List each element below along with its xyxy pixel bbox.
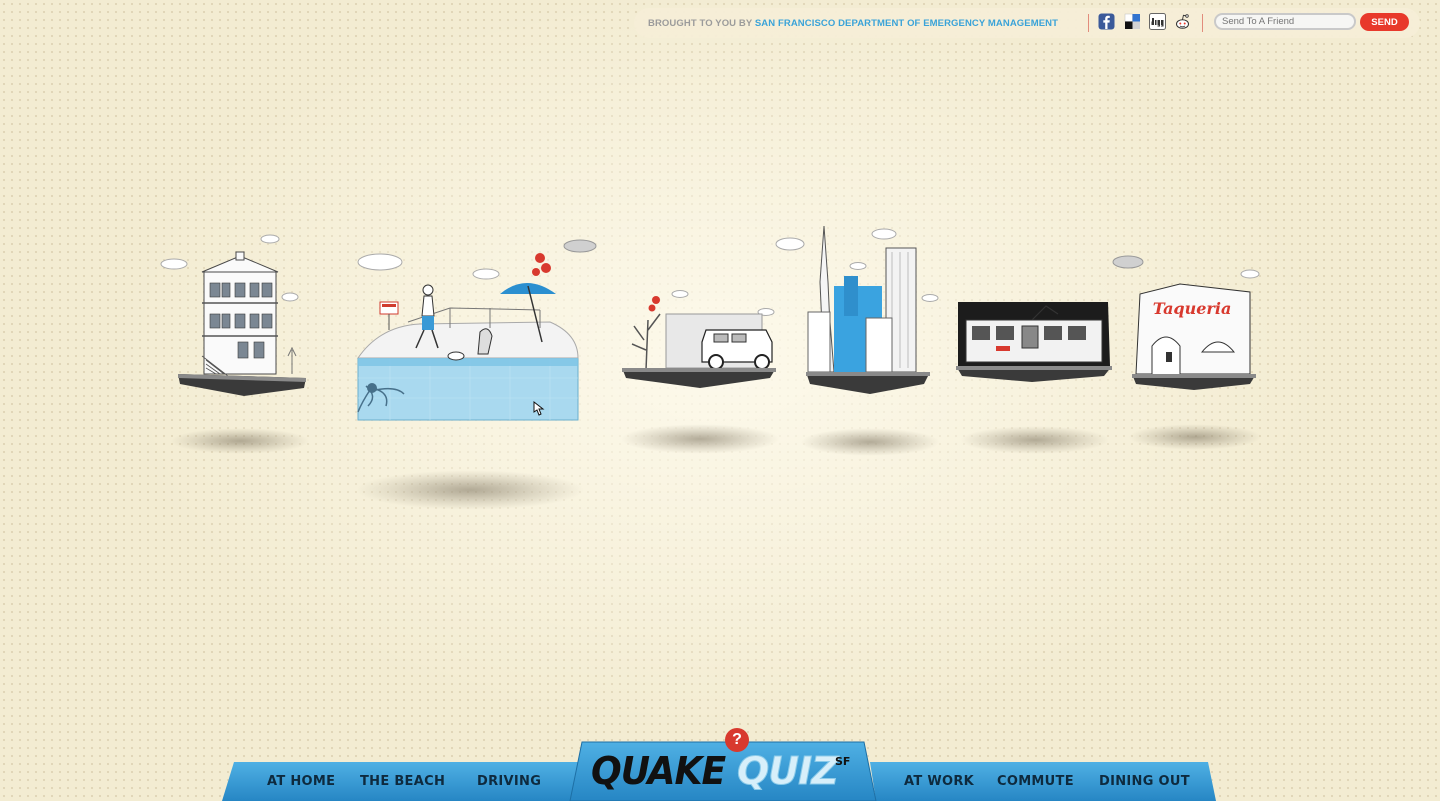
- digg-icon[interactable]: [1149, 13, 1166, 30]
- send-button[interactable]: SEND: [1360, 13, 1409, 31]
- scene-the-beach[interactable]: [350, 238, 600, 428]
- scene-shadow: [960, 426, 1110, 454]
- scene-at-home[interactable]: [158, 228, 316, 400]
- nav-at-home[interactable]: AT HOME: [267, 774, 335, 789]
- scene-dining-out[interactable]: Taqueria: [1128, 262, 1268, 394]
- scene-shadow: [800, 428, 940, 456]
- reddit-icon[interactable]: [1174, 13, 1191, 30]
- credit-prefix: BROUGHT TO YOU BY: [648, 18, 753, 29]
- divider: [1202, 14, 1203, 32]
- scene-commute[interactable]: [952, 250, 1116, 390]
- credit-line: BROUGHT TO YOU BY SAN FRANCISCO DEPARTME…: [648, 18, 1058, 29]
- facebook-icon[interactable]: [1098, 13, 1115, 30]
- scene-shadow: [170, 428, 310, 454]
- logo-badge-text: ?: [732, 731, 742, 748]
- scene-shadow: [355, 470, 585, 510]
- logo-sf: SF: [835, 755, 851, 768]
- nav-commute[interactable]: COMMUTE: [997, 774, 1074, 789]
- nav-at-work[interactable]: AT WORK: [904, 774, 974, 789]
- credit-org-link[interactable]: SAN FRANCISCO DEPARTMENT OF EMERGENCY MA…: [755, 18, 1058, 29]
- scene-driving[interactable]: [616, 280, 786, 392]
- taqueria-sign: Taqueria: [1153, 299, 1232, 318]
- quake-quiz-logo[interactable]: ? QUAKE QUIZ SF: [577, 728, 867, 801]
- send-to-friend-input[interactable]: [1214, 13, 1356, 30]
- logo-quake: QUAKE: [591, 749, 726, 793]
- delicious-icon[interactable]: [1124, 13, 1141, 30]
- scene-at-work[interactable]: [774, 222, 944, 397]
- top-bar: BROUGHT TO YOU BY SAN FRANCISCO DEPARTME…: [634, 8, 1420, 38]
- scene-shadow: [1128, 424, 1262, 450]
- nav-dining-out[interactable]: DINING OUT: [1099, 774, 1190, 789]
- divider: [1088, 14, 1089, 32]
- nav-driving[interactable]: DRIVING: [477, 774, 541, 789]
- scene-shadow: [620, 424, 780, 454]
- logo-quiz: QUIZ: [737, 749, 840, 794]
- nav-the-beach[interactable]: THE BEACH: [360, 774, 445, 789]
